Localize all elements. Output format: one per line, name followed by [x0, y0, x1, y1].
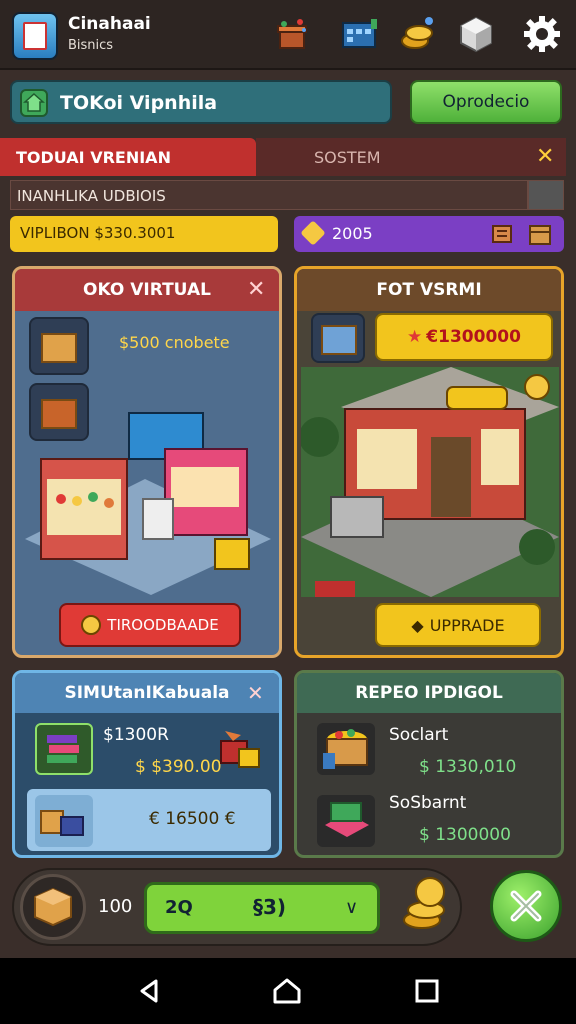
coin-icon	[81, 615, 102, 635]
close-icon	[510, 890, 542, 922]
list-item[interactable]: SoSbarnt $ 1300000	[309, 789, 553, 851]
app-title: Cinahaai	[68, 14, 151, 34]
panel-title: REPEO IPDIGOL	[297, 673, 561, 713]
upgrade-label: TIROODBAADE	[107, 616, 219, 634]
upgrade-label: UPPRADE	[429, 615, 505, 635]
upgrade-button[interactable]: TIROODBAADE	[59, 603, 241, 647]
gem-bar: 2005	[294, 216, 564, 252]
cash-register-icon	[317, 795, 375, 847]
upgrade-button[interactable]: ◆ UPPRADE	[375, 603, 541, 647]
coins-stack-button[interactable]	[400, 876, 452, 932]
list-item[interactable]: € 16500 €	[27, 789, 271, 851]
back-icon[interactable]	[134, 976, 164, 1006]
close-icon[interactable]: ✕	[247, 277, 265, 302]
gem-count: 2005	[332, 224, 373, 243]
offer-label: €1300000	[426, 327, 521, 347]
coins-icon[interactable]	[398, 14, 438, 54]
panel-repeo: REPEO IPDIGOL Soclart $ 1330,010 SoSbarn…	[294, 670, 564, 858]
tag-icon: ◆	[411, 615, 424, 635]
store-scene	[301, 367, 559, 597]
tab-system[interactable]: SOSTEM	[256, 138, 566, 176]
card-title: OKO VIRTUAL	[15, 269, 279, 311]
gift-box-icon	[215, 723, 265, 777]
house-icon	[20, 89, 48, 117]
register-slot[interactable]	[311, 313, 365, 363]
coins-icon	[403, 877, 445, 929]
system-nav-bar	[0, 958, 576, 1024]
card-oko-virtual: OKO VIRTUAL ✕ $500 cnobete TIROODBAADE	[12, 266, 282, 658]
box-icon	[34, 887, 72, 927]
offer-button[interactable]: ★ €1300000	[375, 313, 553, 361]
tab-primary[interactable]: TODUAI VRENIAN	[0, 138, 256, 176]
list-item[interactable]: Soclart $ 1330,010	[309, 717, 553, 779]
box-icon	[41, 333, 77, 363]
market-scene	[25, 412, 271, 595]
calendar-icon[interactable]	[340, 14, 380, 54]
item-title: Soclart	[389, 725, 449, 745]
close-icon[interactable]: ✕	[536, 144, 554, 169]
stats-line: INANHLIKA UDBIOIS	[10, 180, 528, 210]
register-icon	[321, 325, 357, 355]
card-fot-vsrmi: FOT VSRMI ★ €1300000 ◆ UPPRADE	[294, 266, 564, 658]
stats-end-slot	[528, 180, 564, 210]
card-title: FOT VSRMI	[297, 269, 561, 311]
money-bar: VIPLIBON $330.3001	[10, 216, 278, 252]
food-basket-icon	[317, 723, 375, 775]
panel-simulation: SIMUtanIKabuala ✕ $1300R $ $390.00 € 165…	[12, 670, 282, 858]
close-button[interactable]	[490, 870, 562, 942]
panel-title: SIMUtanIKabuala	[15, 673, 279, 713]
cube-icon[interactable]	[456, 14, 496, 54]
search-field[interactable]: TOKoi Vipnhila	[10, 80, 392, 124]
item-price: $ 1330,010	[419, 757, 517, 777]
price-text: $500 cnobete	[119, 333, 230, 352]
scroll-icon[interactable]	[490, 222, 514, 250]
app-subtitle: Bisnics	[68, 38, 114, 53]
home-icon[interactable]	[272, 976, 302, 1006]
chevron-down-icon: ∨	[345, 897, 359, 918]
star-icon: ★	[407, 327, 423, 347]
select-left-value: 2Q	[165, 897, 193, 918]
quantity-select[interactable]: 2Q §3) ∨	[144, 882, 380, 934]
item-price: $ 1300000	[419, 825, 511, 845]
gear-icon[interactable]	[522, 14, 562, 54]
select-mid-value: §3)	[253, 895, 287, 919]
item-price: € 16500 €	[149, 809, 236, 829]
boxes-cart-icon	[35, 795, 93, 847]
close-icon[interactable]: ✕	[247, 681, 264, 705]
item-price: $ $390.00	[135, 757, 222, 777]
inventory-count: 100	[98, 896, 133, 917]
item-title: $1300R	[103, 725, 169, 745]
gift-icon[interactable]	[272, 14, 312, 54]
inventory-button[interactable]	[20, 874, 86, 940]
book-stack-icon	[35, 723, 93, 775]
recents-icon[interactable]	[412, 976, 442, 1006]
item-title: SoSbarnt	[389, 793, 467, 813]
list-item[interactable]: $1300R $ $390.00	[27, 717, 271, 779]
crate-icon[interactable]	[526, 220, 554, 252]
app-logo-icon	[12, 12, 58, 60]
box-slot[interactable]	[29, 317, 89, 375]
search-input-value: TOKoi Vipnhila	[60, 92, 218, 114]
progress-button[interactable]: Oprodecio	[410, 80, 562, 124]
